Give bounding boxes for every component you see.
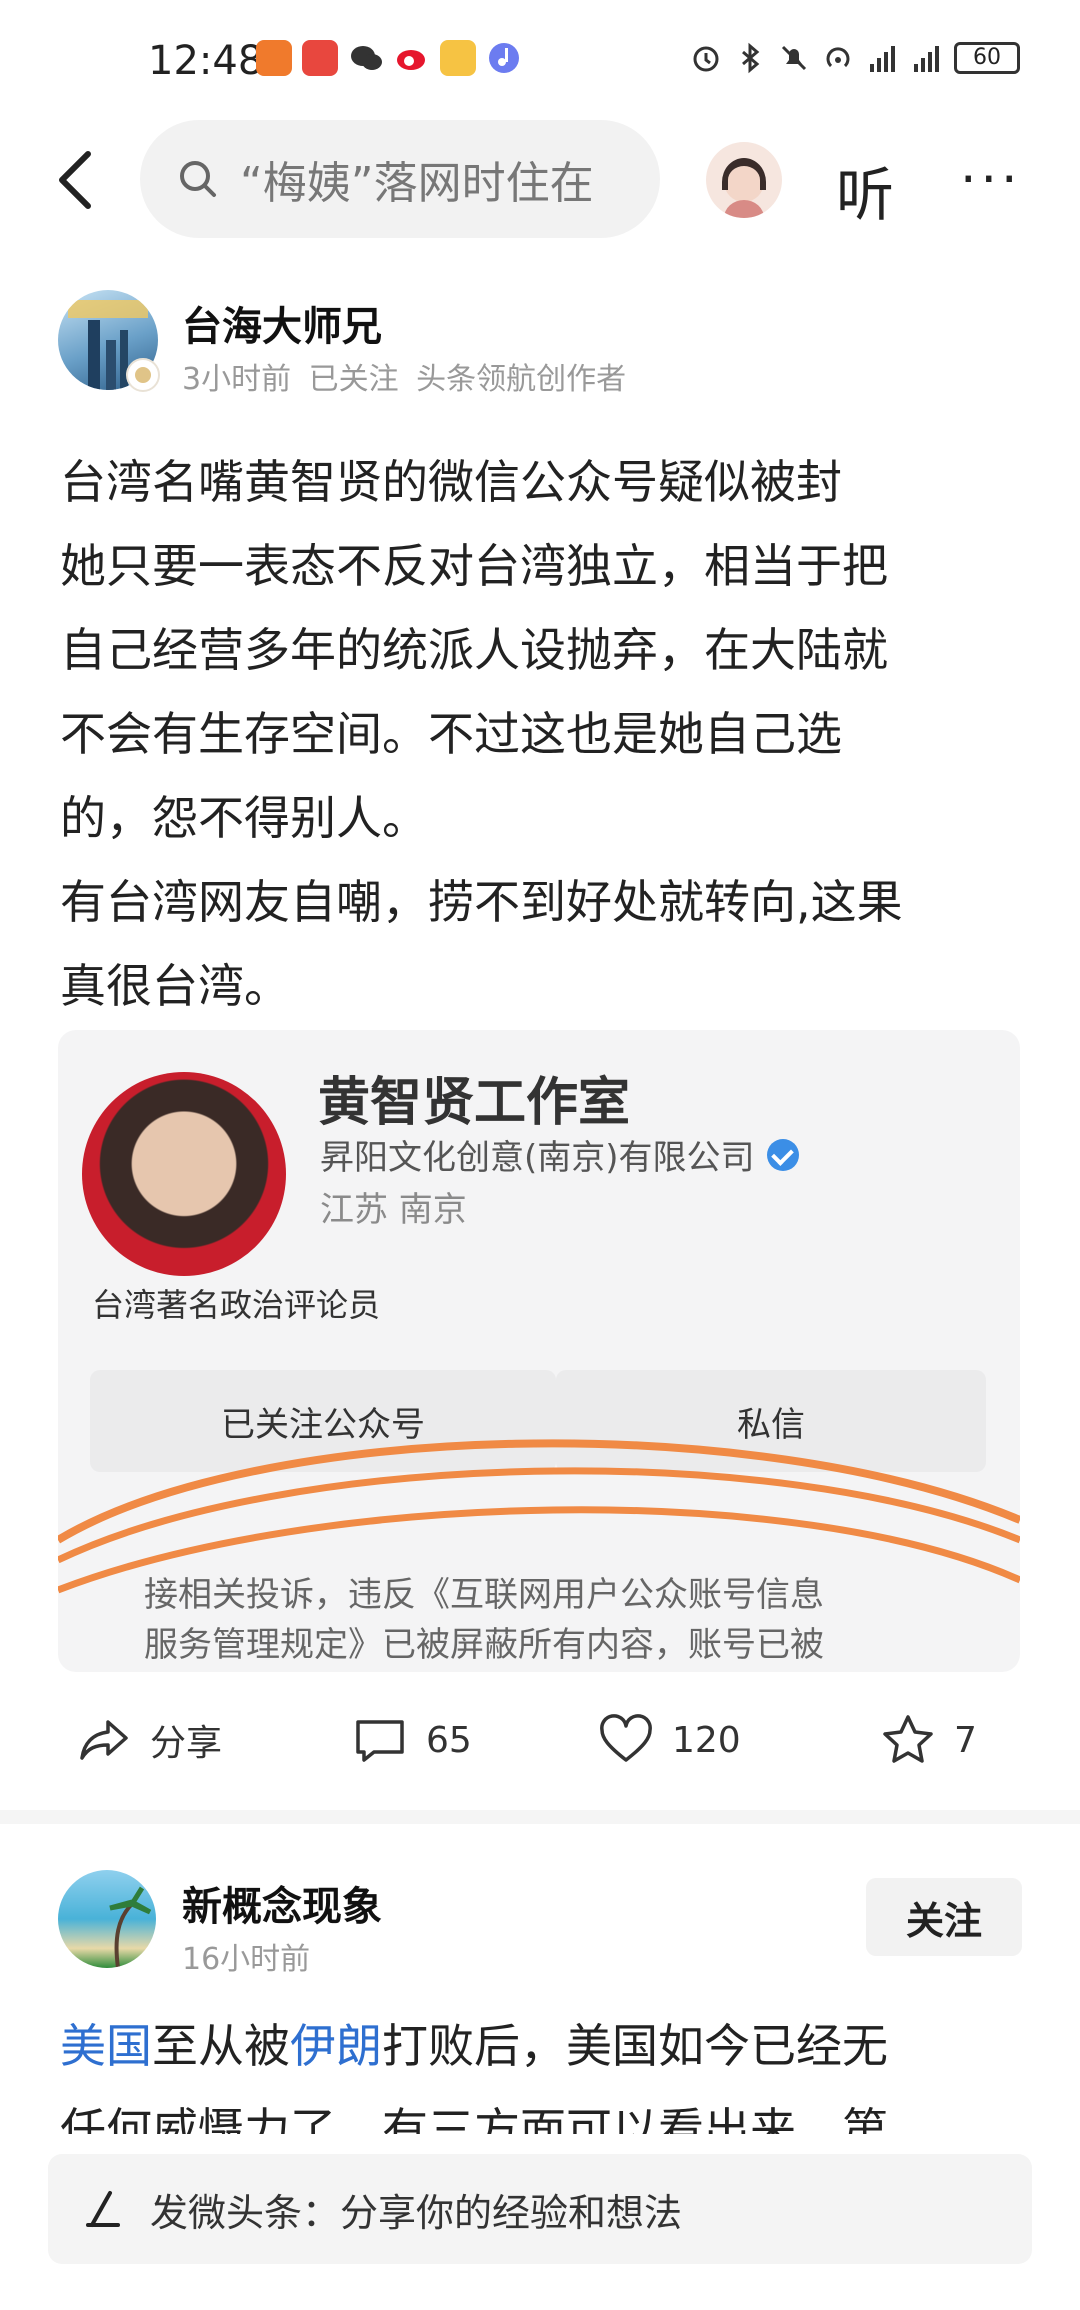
signal-icon-2 bbox=[914, 46, 939, 72]
post-line: 台湾名嘴黄智贤的微信公众号疑似被封 bbox=[60, 455, 842, 509]
share-label: 分享 bbox=[150, 1723, 223, 1764]
app-notification-icon bbox=[256, 40, 292, 76]
weibo-icon bbox=[394, 40, 430, 76]
notification-icons bbox=[256, 40, 522, 76]
embedded-description: 台湾著名政治评论员 bbox=[92, 1286, 381, 1324]
embedded-notice-line: 接相关投诉，违反《互联网用户公众账号信息 bbox=[144, 1575, 824, 1615]
post-text: 至从被 bbox=[152, 2019, 290, 2073]
post-meta: 3小时前 已关注 头条领航创作者 bbox=[182, 362, 627, 397]
embedded-company-name: 昇阳文化创意(南京)有限公司 bbox=[320, 1138, 755, 1178]
search-bar[interactable]: “梅姨”落网时住在 bbox=[140, 120, 660, 238]
author-name[interactable]: 台海大师兄 bbox=[182, 294, 382, 352]
music-app-icon bbox=[486, 40, 522, 76]
author-avatar[interactable] bbox=[58, 1870, 156, 1968]
comment-button[interactable]: 65 bbox=[352, 1710, 472, 1770]
embedded-profile-photo bbox=[82, 1072, 286, 1276]
embedded-location: 江苏 南京 bbox=[320, 1190, 467, 1230]
wechat-icon bbox=[348, 40, 384, 76]
feed-divider bbox=[0, 1810, 1080, 1824]
author-name[interactable]: 新概念现象 bbox=[182, 1874, 382, 1932]
embedded-ban-notice: 接相关投诉，违反《互联网用户公众账号信息 服务管理规定》已被屏蔽所有内容，账号已… bbox=[144, 1570, 1004, 1670]
creator-badge-icon bbox=[126, 358, 160, 392]
post-line: 自己经营多年的统派人设抛弃，在大陆就 bbox=[60, 623, 888, 677]
bluetooth-icon bbox=[742, 42, 760, 74]
favorite-count: 7 bbox=[954, 1719, 977, 1761]
search-placeholder: “梅姨”落网时住在 bbox=[240, 158, 594, 209]
post-header: 台海大师兄 3小时前 已关注 头条领航创作者 bbox=[58, 290, 1018, 400]
listen-button[interactable]: 听 bbox=[836, 148, 894, 232]
post-header: 新概念现象 16小时前 关注 bbox=[58, 1870, 1022, 1977]
share-button[interactable]: 分享 bbox=[76, 1710, 222, 1770]
alarm-icon bbox=[693, 46, 719, 72]
embedded-notice-line: 服务管理规定》已被屏蔽所有内容，账号已被 bbox=[144, 1625, 824, 1665]
embedded-company: 昇阳文化创意(南京)有限公司 bbox=[320, 1130, 799, 1179]
comment-icon bbox=[356, 1720, 404, 1762]
post-line: 美国至从被伊朗打败后，美国如今已经无 bbox=[60, 2004, 1020, 2088]
compose-placeholder: 发微头条：分享你的经验和想法 bbox=[150, 2190, 683, 2235]
battery-icon: 60 bbox=[954, 42, 1020, 74]
post-image[interactable]: 黄智贤工作室 昇阳文化创意(南京)有限公司 江苏 南京 台湾著名政治评论员 已关… bbox=[58, 1030, 1020, 1672]
share-icon bbox=[80, 1720, 128, 1760]
verified-icon bbox=[766, 1138, 799, 1171]
top-nav: “梅姨”落网时住在 听 ··· bbox=[0, 120, 1080, 240]
pen-icon bbox=[86, 2191, 120, 2227]
signal-icon bbox=[870, 46, 895, 72]
post-line: 真很台湾。 bbox=[60, 959, 290, 1013]
huawei-app-icon bbox=[302, 40, 338, 76]
post-line: 的，怨不得别人。 bbox=[60, 791, 428, 845]
post-line: 有台湾网友自嘲，捞不到好处就转向,这果 bbox=[60, 875, 903, 929]
hotspot-icon bbox=[826, 47, 850, 68]
post-text: 打败后，美国如今已经无 bbox=[382, 2019, 888, 2073]
gift-app-icon bbox=[440, 40, 476, 76]
post-line: 她只要一表态不反对台湾独立，相当于把 bbox=[60, 539, 888, 593]
post-body[interactable]: 美国至从被伊朗打败后，美国如今已经无 任何威慑力了，有三方面可以看出来，第 bbox=[60, 2004, 1020, 2134]
more-menu-button[interactable]: ··· bbox=[960, 150, 1022, 210]
post-line: 任何威慑力了，有三方面可以看出来，第 bbox=[60, 2103, 888, 2134]
heart-icon bbox=[600, 1714, 652, 1762]
post-actions: 分享 65 120 7 bbox=[0, 1700, 1080, 1780]
user-avatar[interactable] bbox=[706, 142, 782, 218]
like-count: 120 bbox=[672, 1719, 741, 1761]
comment-count: 65 bbox=[426, 1719, 472, 1761]
status-time: 12:48 bbox=[148, 38, 264, 84]
post-time: 16小时前 bbox=[182, 1942, 311, 1977]
like-button[interactable]: 120 bbox=[598, 1710, 741, 1770]
system-icons: 60 bbox=[690, 42, 1020, 74]
compose-bar[interactable]: 发微头条：分享你的经验和想法 bbox=[48, 2154, 1032, 2264]
star-icon bbox=[883, 1715, 933, 1763]
favorite-button[interactable]: 7 bbox=[880, 1710, 977, 1770]
back-arrow-icon[interactable] bbox=[50, 148, 106, 212]
topic-link[interactable]: 伊朗 bbox=[290, 2019, 382, 2073]
post-line: 不会有生存空间。不过这也是她自己选 bbox=[60, 707, 842, 761]
follow-button[interactable]: 关注 bbox=[866, 1878, 1022, 1956]
post-body[interactable]: 台湾名嘴黄智贤的微信公众号疑似被封 她只要一表态不反对台湾独立，相当于把 自己经… bbox=[60, 440, 1000, 1028]
embedded-account-title: 黄智贤工作室 bbox=[318, 1073, 631, 1133]
mute-icon bbox=[781, 45, 807, 71]
search-icon bbox=[180, 161, 216, 197]
topic-link[interactable]: 美国 bbox=[60, 2019, 152, 2073]
status-bar: 12:48 60 bbox=[0, 0, 1080, 120]
